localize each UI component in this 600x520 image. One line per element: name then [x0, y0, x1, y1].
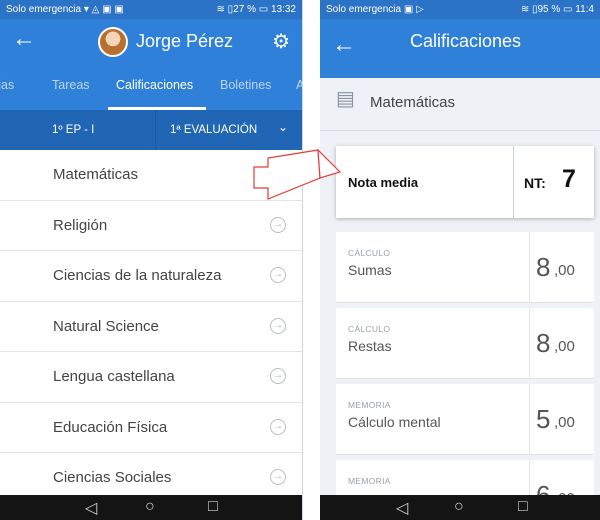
arrow-head — [317, 148, 342, 179]
callout-arrow — [253, 148, 342, 200]
arrow-shape — [253, 149, 321, 200]
